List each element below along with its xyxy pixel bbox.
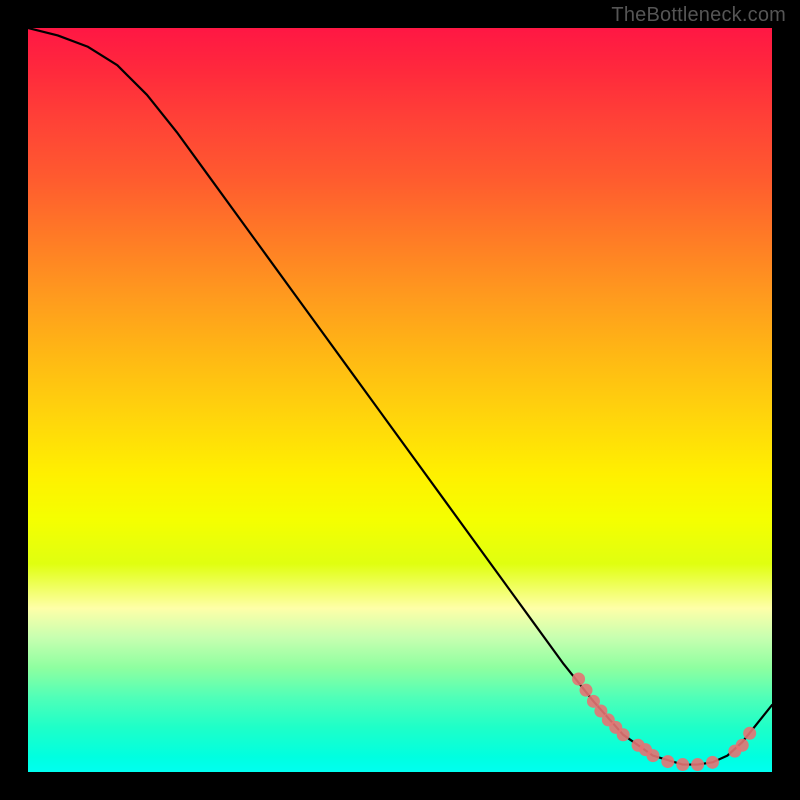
data-point: [706, 756, 719, 769]
data-point: [743, 727, 756, 740]
data-point: [580, 684, 593, 697]
data-point: [646, 749, 659, 762]
watermark-text: TheBottleneck.com: [611, 4, 786, 27]
data-point: [676, 758, 689, 771]
data-point: [736, 739, 749, 752]
curve-path: [28, 28, 772, 765]
data-point: [661, 755, 674, 768]
data-point: [572, 673, 585, 686]
chart-frame: TheBottleneck.com: [0, 0, 800, 800]
plot-area: [28, 28, 772, 772]
data-point: [617, 728, 630, 741]
data-point: [691, 758, 704, 771]
chart-svg: [28, 28, 772, 772]
